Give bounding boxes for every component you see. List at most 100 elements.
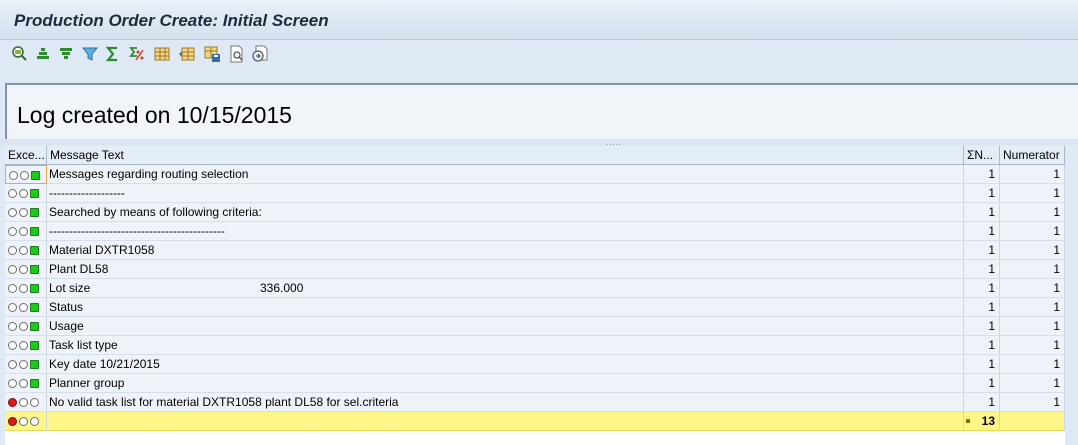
table-row[interactable]: ------------------- 1 1 — [5, 184, 1065, 203]
traffic-light-red-icon — [8, 397, 41, 408]
table-row[interactable]: Material DXTR1058 1 1 — [5, 241, 1065, 260]
message-text-cell[interactable]: Plant DL58 — [47, 260, 964, 279]
exception-cell[interactable] — [5, 355, 47, 374]
numerator-cell[interactable]: 1 — [1000, 241, 1065, 260]
count-cell[interactable]: 1 — [964, 222, 1000, 241]
numerator-cell[interactable]: 1 — [1000, 222, 1065, 241]
message-text-cell[interactable]: Usage — [47, 317, 964, 336]
total-exception-cell[interactable] — [5, 412, 47, 431]
count-cell[interactable]: 1 — [964, 317, 1000, 336]
message-text: Key date 10/21/2015 — [49, 357, 160, 371]
table-row[interactable]: Searched by means of following criteria:… — [5, 203, 1065, 222]
table-row[interactable]: Task list type 1 1 — [5, 336, 1065, 355]
exception-cell[interactable] — [5, 336, 47, 355]
count-cell[interactable]: 1 — [964, 184, 1000, 203]
lot-size-value: 336.000 — [260, 281, 304, 295]
message-text-cell[interactable]: Task list type — [47, 336, 964, 355]
numerator-cell[interactable]: 1 — [1000, 203, 1065, 222]
subtotal-icon[interactable] — [128, 45, 146, 63]
numerator-cell[interactable]: 1 — [1000, 184, 1065, 203]
choose-layout-icon[interactable] — [178, 45, 196, 63]
numerator-cell[interactable]: 1 — [1000, 393, 1065, 412]
table-row[interactable]: Key date 10/21/2015 1 1 — [5, 355, 1065, 374]
message-text-cell[interactable]: Status — [47, 298, 964, 317]
grid-header: Exce... Message Text ΣN... Numerator — [5, 146, 1065, 165]
count-cell[interactable]: 1 — [964, 374, 1000, 393]
layout-icon[interactable] — [153, 45, 171, 63]
traffic-light-green-icon — [8, 264, 41, 275]
column-header-exception[interactable]: Exce... — [5, 146, 47, 165]
table-row[interactable]: Status 1 1 — [5, 298, 1065, 317]
table-row[interactable]: Usage 1 1 — [5, 317, 1065, 336]
numerator-cell[interactable]: 1 — [1000, 298, 1065, 317]
numerator-cell[interactable]: 1 — [1000, 317, 1065, 336]
count-cell[interactable]: 1 — [964, 298, 1000, 317]
total-sum-cell[interactable]: 13 — [964, 412, 1000, 431]
exception-cell[interactable] — [5, 165, 47, 184]
numerator-cell[interactable]: 1 — [1000, 374, 1065, 393]
message-text-cell[interactable]: ----------------------------------------… — [47, 222, 964, 241]
message-text-cell[interactable]: No valid task list for material DXTR1058… — [47, 393, 964, 412]
count-cell[interactable]: 1 — [964, 336, 1000, 355]
message-text: Messages regarding routing selection — [49, 167, 249, 181]
count-cell[interactable]: 1 — [964, 355, 1000, 374]
count-cell[interactable]: 1 — [964, 241, 1000, 260]
save-layout-icon[interactable] — [203, 45, 221, 63]
table-row[interactable]: No valid task list for material DXTR1058… — [5, 393, 1065, 412]
filter-icon[interactable] — [81, 45, 99, 63]
table-row[interactable]: Plant DL58 1 1 — [5, 260, 1065, 279]
total-message-cell — [47, 412, 964, 431]
message-text-cell[interactable]: Lot size 336.000 — [47, 279, 964, 298]
message-text-cell[interactable]: Key date 10/21/2015 — [47, 355, 964, 374]
count-cell[interactable]: 1 — [964, 165, 1000, 184]
splitter[interactable]: ..... — [0, 139, 1078, 147]
exception-cell[interactable] — [5, 298, 47, 317]
numerator-cell[interactable]: 1 — [1000, 355, 1065, 374]
exception-cell[interactable] — [5, 374, 47, 393]
message-text-cell[interactable]: ------------------- — [47, 184, 964, 203]
traffic-light-red-icon — [8, 416, 41, 427]
exception-cell[interactable] — [5, 241, 47, 260]
message-text: Searched by means of following criteria: — [49, 205, 262, 219]
exception-cell[interactable] — [5, 203, 47, 222]
column-header-message[interactable]: Message Text — [47, 146, 964, 165]
numerator-cell[interactable]: 1 — [1000, 336, 1065, 355]
message-text-cell[interactable]: Material DXTR1058 — [47, 241, 964, 260]
traffic-light-green-icon — [8, 321, 41, 332]
exception-cell[interactable] — [5, 222, 47, 241]
exception-cell[interactable] — [5, 393, 47, 412]
count-cell[interactable]: 1 — [964, 203, 1000, 222]
table-row[interactable]: Planner group 1 1 — [5, 374, 1065, 393]
message-text: Planner group — [49, 376, 125, 390]
exception-cell[interactable] — [5, 184, 47, 203]
traffic-light-green-icon — [8, 359, 41, 370]
sum-icon[interactable] — [104, 45, 122, 63]
message-text-cell[interactable]: Messages regarding routing selection — [47, 165, 964, 184]
count-cell[interactable]: 1 — [964, 393, 1000, 412]
export-icon[interactable] — [251, 45, 269, 63]
numerator-cell[interactable]: 1 — [1000, 260, 1065, 279]
traffic-light-green-icon — [8, 226, 41, 237]
column-header-n[interactable]: ΣN... — [964, 146, 1000, 165]
sort-descending-icon[interactable] — [57, 45, 75, 63]
message-text-cell[interactable]: Searched by means of following criteria: — [47, 203, 964, 222]
table-row[interactable]: Messages regarding routing selection 1 1 — [5, 165, 1065, 184]
print-preview-icon[interactable] — [228, 45, 246, 63]
table-row[interactable]: ----------------------------------------… — [5, 222, 1065, 241]
details-icon[interactable] — [11, 45, 29, 63]
window-title: Production Order Create: Initial Screen — [14, 11, 329, 30]
table-row[interactable]: Lot size 336.000 1 1 — [5, 279, 1065, 298]
traffic-light-green-icon — [9, 170, 42, 181]
exception-cell[interactable] — [5, 317, 47, 336]
count-cell[interactable]: 1 — [964, 279, 1000, 298]
numerator-cell[interactable]: 1 — [1000, 165, 1065, 184]
total-row[interactable]: 13 — [5, 412, 1065, 431]
message-text-cell[interactable]: Planner group — [47, 374, 964, 393]
numerator-cell[interactable]: 1 — [1000, 279, 1065, 298]
count-cell[interactable]: 1 — [964, 260, 1000, 279]
message-grid: Exce... Message Text ΣN... Numerator Mes… — [5, 146, 1078, 445]
exception-cell[interactable] — [5, 279, 47, 298]
column-header-numerator[interactable]: Numerator — [1000, 146, 1065, 165]
exception-cell[interactable] — [5, 260, 47, 279]
sort-ascending-icon[interactable] — [34, 45, 52, 63]
